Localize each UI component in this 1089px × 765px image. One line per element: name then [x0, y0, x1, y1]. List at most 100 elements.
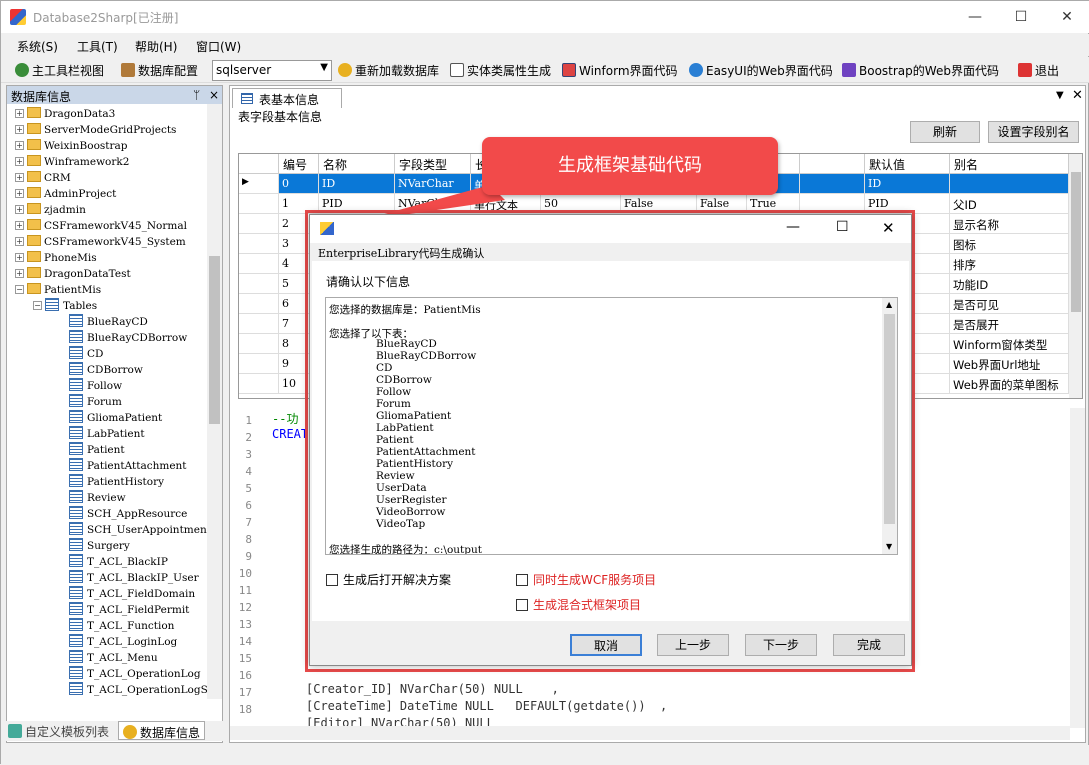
row-header[interactable] — [239, 314, 279, 334]
grid-scroll-thumb[interactable] — [1071, 172, 1081, 312]
table-node[interactable]: Surgery — [69, 538, 130, 554]
column-header[interactable]: 别名 — [950, 154, 1069, 174]
db-node[interactable]: − PatientMis — [15, 282, 101, 298]
row-header[interactable] — [239, 194, 279, 214]
table-node[interactable]: GliomaPatient — [69, 410, 162, 426]
code-hscrollbar[interactable] — [230, 726, 1070, 740]
table-node[interactable]: Follow — [69, 378, 122, 394]
expand-icon[interactable]: + — [15, 157, 24, 166]
grid-cell[interactable] — [800, 174, 865, 194]
cancel-button[interactable]: 取消 — [570, 634, 642, 656]
grid-cell[interactable]: ID — [865, 174, 950, 194]
code-scrollbar[interactable] — [1070, 408, 1085, 728]
db-node[interactable]: + DragonData3 — [15, 106, 115, 122]
table-node[interactable]: Patient — [69, 442, 125, 458]
table-node[interactable]: Review — [69, 490, 126, 506]
db-node[interactable]: + CRM — [15, 170, 71, 186]
dialog-maximize-button[interactable]: ☐ — [836, 219, 849, 235]
grid-cell[interactable]: 图标 — [950, 234, 1069, 254]
close-button[interactable]: ✕ — [1044, 1, 1089, 33]
menu-window[interactable]: 窗口(W) — [196, 38, 241, 55]
open-solution-checkbox[interactable]: 生成后打开解决方案 — [326, 571, 451, 588]
column-header[interactable]: 名称 — [319, 154, 395, 174]
bootstrap-button[interactable]: Boostrap的Web界面代码 — [842, 62, 999, 79]
row-header[interactable]: ▶ — [239, 174, 279, 194]
menu-tools[interactable]: 工具(T) — [77, 38, 118, 55]
db-type-select[interactable]: sqlserver ▼ — [212, 60, 332, 81]
collapse-icon[interactable]: − — [33, 301, 42, 310]
table-node[interactable]: BlueRayCD — [69, 314, 148, 330]
expand-icon[interactable]: + — [15, 269, 24, 278]
minimize-button[interactable]: — — [952, 1, 998, 33]
table-node[interactable]: T_ACL_Menu — [69, 650, 158, 666]
expand-icon[interactable]: + — [15, 125, 24, 134]
table-node[interactable]: T_ACL_FieldPermit — [69, 602, 189, 618]
next-button[interactable]: 下一步 — [745, 634, 817, 656]
tab-dropdown-icon[interactable]: ▼ — [1056, 90, 1064, 101]
expand-icon[interactable]: − — [15, 285, 24, 294]
table-node[interactable]: SCH_UserAppointment — [69, 522, 207, 538]
db-node[interactable]: + DragonDataTest — [15, 266, 131, 282]
table-node[interactable]: T_ACL_LoginLog — [69, 634, 177, 650]
dialog-minimize-button[interactable]: — — [786, 219, 800, 235]
grid-cell[interactable]: 是否展开 — [950, 314, 1069, 334]
table-node[interactable]: CD — [69, 346, 103, 362]
exit-button[interactable]: 退出 — [1018, 62, 1059, 79]
summary-scrollbar[interactable]: ▲ ▼ — [882, 298, 897, 554]
db-node[interactable]: + ServerModeGridProjects — [15, 122, 176, 138]
pin-icon[interactable]: ᛘ — [193, 88, 200, 102]
grid-cell[interactable]: 排序 — [950, 254, 1069, 274]
summary-scroll-thumb[interactable] — [884, 314, 895, 524]
tab-templates[interactable]: 自定义模板列表 — [8, 723, 109, 740]
menu-help[interactable]: 帮助(H) — [135, 38, 177, 55]
expand-icon[interactable]: + — [15, 189, 24, 198]
db-node[interactable]: + PhoneMis — [15, 250, 97, 266]
grid-cell[interactable]: Web界面的菜单图标 — [950, 374, 1069, 394]
db-node[interactable]: + WeixinBoostrap — [15, 138, 128, 154]
set-alias-button[interactable]: 设置字段别名 — [988, 121, 1079, 143]
table-node[interactable]: T_ACL_OperationLog — [69, 666, 201, 682]
db-node[interactable]: + zjadmin — [15, 202, 86, 218]
table-node[interactable]: CDBorrow — [69, 362, 143, 378]
db-node[interactable]: + AdminProject — [15, 186, 116, 202]
grid-cell[interactable]: 0 — [279, 174, 319, 194]
tab-table-info[interactable]: 表基本信息 — [232, 88, 342, 108]
table-node[interactable]: T_ACL_BlackIP — [69, 554, 168, 570]
finish-button[interactable]: 完成 — [833, 634, 905, 656]
refresh-button[interactable]: 刷新 — [910, 121, 980, 143]
entity-button[interactable]: 实体类属性生成 — [450, 62, 551, 79]
wcf-checkbox[interactable]: 同时生成WCF服务项目 — [516, 571, 656, 588]
expand-icon[interactable]: + — [15, 141, 24, 150]
pane-close-icon[interactable]: × — [209, 88, 219, 102]
scroll-up-icon[interactable]: ▲ — [886, 300, 892, 309]
hybrid-checkbox[interactable]: 生成混合式框架项目 — [516, 596, 641, 613]
row-header[interactable] — [239, 334, 279, 354]
prev-button[interactable]: 上一步 — [657, 634, 729, 656]
expand-icon[interactable]: + — [15, 253, 24, 262]
reload-db-button[interactable]: 重新加载数据库 — [338, 62, 439, 79]
grid-cell[interactable] — [950, 174, 1069, 194]
db-node[interactable]: + Winframework2 — [15, 154, 129, 170]
table-node[interactable]: PatientHistory — [69, 474, 164, 490]
expand-icon[interactable]: + — [15, 237, 24, 246]
row-header[interactable] — [239, 214, 279, 234]
table-node[interactable]: T_ACL_BlackIP_User — [69, 570, 199, 586]
tab-close-icon[interactable]: ✕ — [1072, 88, 1083, 103]
tables-node[interactable]: − Tables — [33, 298, 97, 314]
row-header[interactable] — [239, 234, 279, 254]
column-header[interactable] — [800, 154, 865, 174]
dialog-close-button[interactable]: ✕ — [882, 219, 895, 237]
scroll-down-icon[interactable]: ▼ — [886, 542, 892, 551]
column-header[interactable]: 默认值 — [865, 154, 950, 174]
grid-cell[interactable]: 显示名称 — [950, 214, 1069, 234]
table-node[interactable]: T_ACL_OperationLogSe — [69, 682, 207, 698]
table-node[interactable]: T_ACL_FieldDomain — [69, 586, 195, 602]
db-node[interactable]: + CSFrameworkV45_System — [15, 234, 186, 250]
tab-db-info[interactable]: 数据库信息 — [118, 721, 206, 740]
row-header[interactable] — [239, 354, 279, 374]
grid-cell[interactable]: 父ID — [950, 194, 1069, 214]
column-header[interactable]: 编号 — [279, 154, 319, 174]
table-node[interactable]: PatientAttachment — [69, 458, 187, 474]
grid-cell[interactable]: 功能ID — [950, 274, 1069, 294]
menu-system[interactable]: 系统(S) — [17, 38, 58, 55]
